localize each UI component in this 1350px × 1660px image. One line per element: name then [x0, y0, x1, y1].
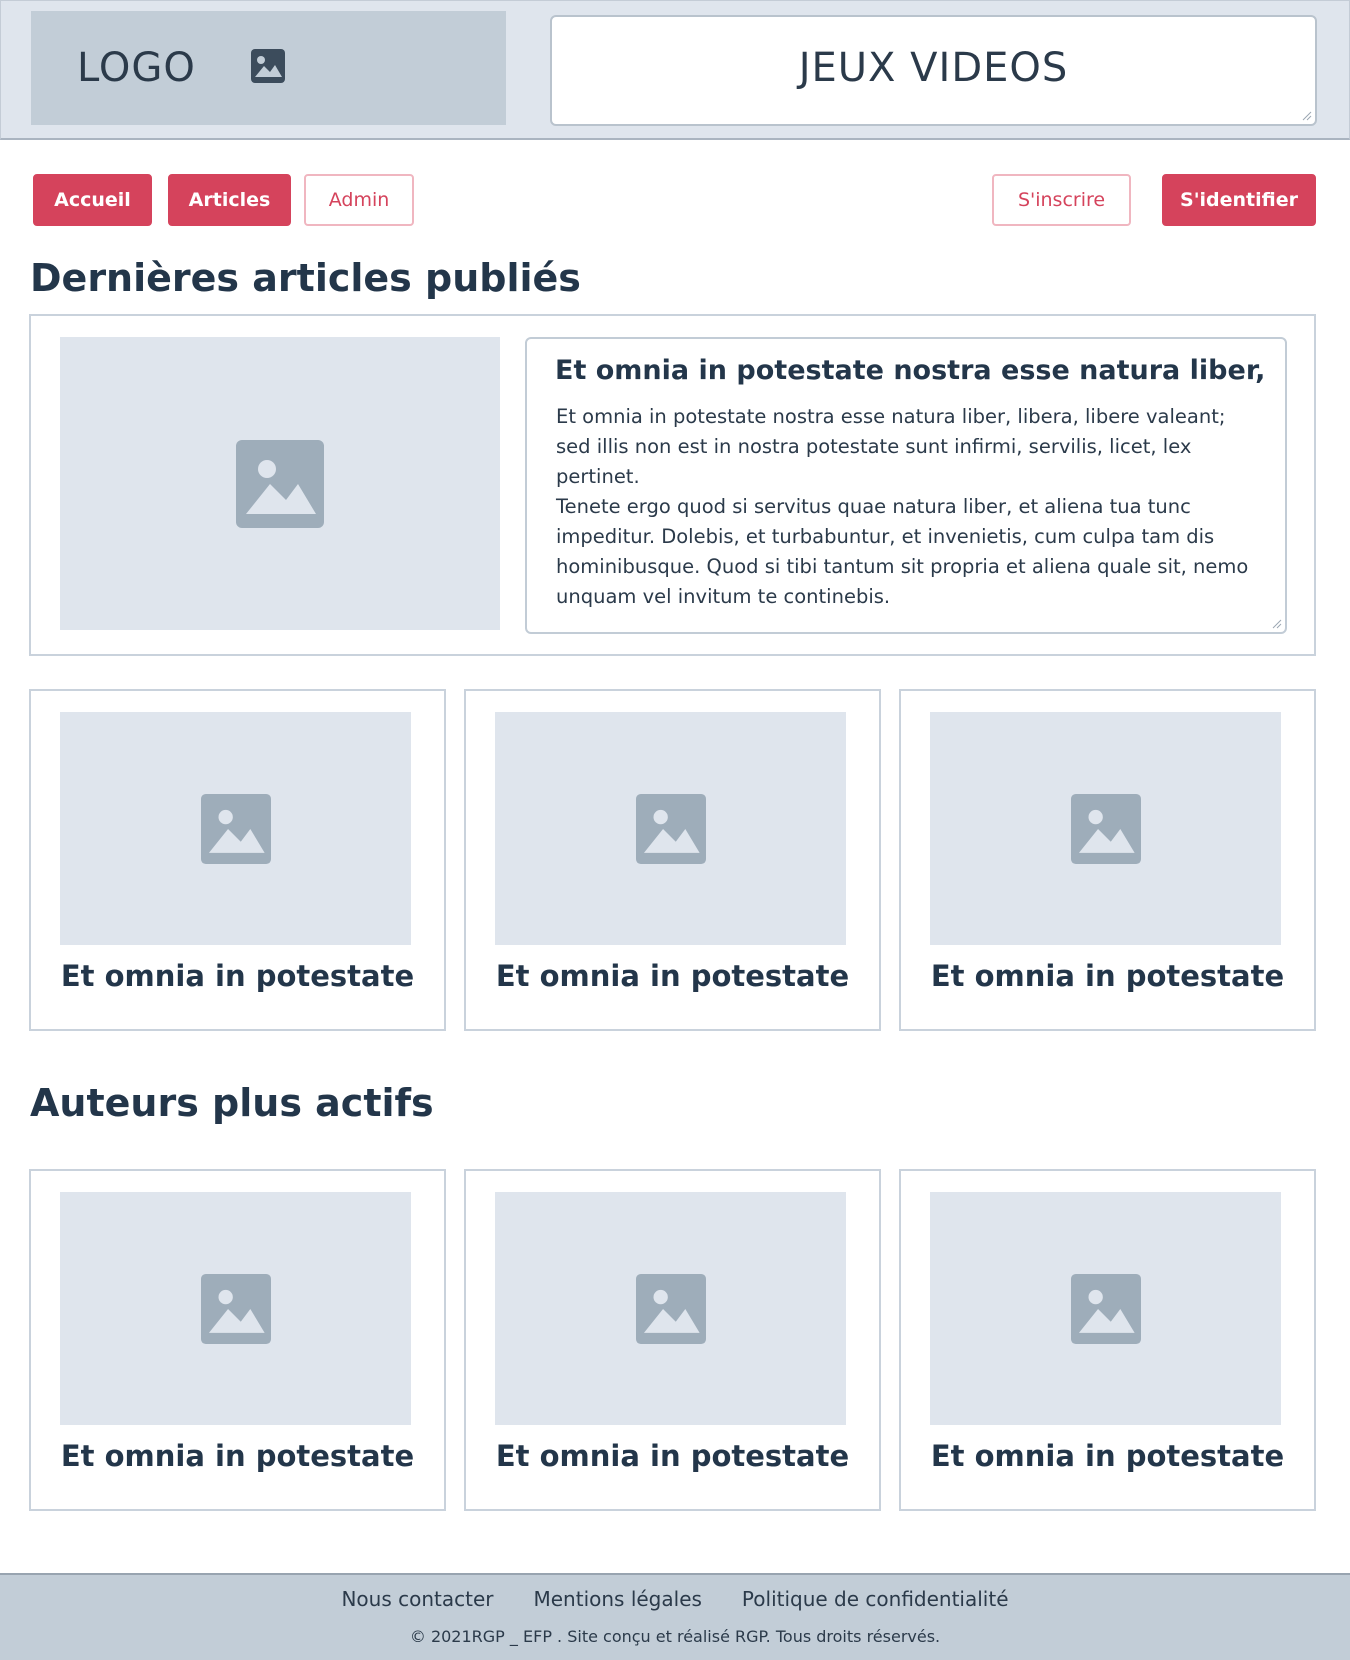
- article-card-title: Et omnia in potestate: [495, 959, 850, 993]
- latest-articles-heading: Dernières articles publiés: [30, 256, 581, 300]
- author-card-title: Et omnia in potestate: [495, 1439, 850, 1473]
- author-card-title: Et omnia in potestate: [930, 1439, 1285, 1473]
- featured-paragraph: Et omnia in potestate nostra esse natura…: [556, 405, 1226, 488]
- author-card[interactable]: Et omnia in potestate: [464, 1169, 881, 1511]
- nav-accueil-button[interactable]: Accueil: [33, 174, 152, 226]
- article-card[interactable]: Et omnia in potestate: [29, 689, 446, 1031]
- featured-article[interactable]: Et omnia in potestate nostra esse natura…: [29, 314, 1316, 656]
- featured-title[interactable]: Et omnia in potestate nostra esse natura…: [555, 355, 1265, 386]
- article-card-image: [495, 712, 846, 945]
- article-card-title: Et omnia in potestate: [930, 959, 1285, 993]
- site-header: LOGO JEUX VIDEOS: [0, 0, 1350, 140]
- article-card-image: [60, 712, 411, 945]
- resize-handle-icon[interactable]: [1272, 619, 1282, 629]
- image-icon: [251, 49, 285, 83]
- active-authors-heading: Auteurs plus actifs: [30, 1081, 434, 1125]
- featured-paragraph: Tenete ergo quod si servitus quae natura…: [556, 495, 1249, 608]
- article-card[interactable]: Et omnia in potestate: [464, 689, 881, 1031]
- site-title-box[interactable]: JEUX VIDEOS: [550, 15, 1317, 126]
- nav-admin-button[interactable]: Admin: [304, 174, 414, 226]
- image-placeholder-icon: [1070, 793, 1141, 864]
- resize-handle-icon[interactable]: [1302, 111, 1312, 121]
- featured-text-box: Et omnia in potestate nostra esse natura…: [525, 337, 1287, 634]
- signup-button[interactable]: S'inscrire: [992, 174, 1131, 226]
- author-card-image: [495, 1192, 846, 1425]
- author-card[interactable]: Et omnia in potestate: [29, 1169, 446, 1511]
- image-placeholder-icon: [236, 439, 324, 528]
- logo-text: LOGO: [77, 45, 196, 91]
- footer-link-contact[interactable]: Nous contacter: [341, 1587, 493, 1611]
- site-footer: Nous contacter Mentions légales Politiqu…: [0, 1573, 1350, 1660]
- image-placeholder-icon: [200, 1273, 271, 1344]
- author-card-image: [930, 1192, 1281, 1425]
- image-placeholder-icon: [635, 1273, 706, 1344]
- login-button[interactable]: S'identifier: [1162, 174, 1316, 226]
- author-card-image: [60, 1192, 411, 1425]
- article-card-image: [930, 712, 1281, 945]
- nav-articles-button[interactable]: Articles: [168, 174, 291, 226]
- image-placeholder-icon: [1070, 1273, 1141, 1344]
- article-card[interactable]: Et omnia in potestate: [899, 689, 1316, 1031]
- footer-link-legal[interactable]: Mentions légales: [534, 1587, 702, 1611]
- site-title: JEUX VIDEOS: [798, 45, 1069, 91]
- article-card-title: Et omnia in potestate: [60, 959, 415, 993]
- footer-link-privacy[interactable]: Politique de confidentialité: [742, 1587, 1009, 1611]
- image-placeholder-icon: [200, 793, 271, 864]
- author-card-title: Et omnia in potestate: [60, 1439, 415, 1473]
- author-card[interactable]: Et omnia in potestate: [899, 1169, 1316, 1511]
- logo-area[interactable]: LOGO: [31, 11, 506, 125]
- footer-links: Nous contacter Mentions légales Politiqu…: [0, 1587, 1350, 1611]
- featured-image: [60, 337, 500, 630]
- copyright-text: © 2021RGP _ EFP . Site conçu et réalisé …: [409, 1627, 941, 1646]
- image-placeholder-icon: [635, 793, 706, 864]
